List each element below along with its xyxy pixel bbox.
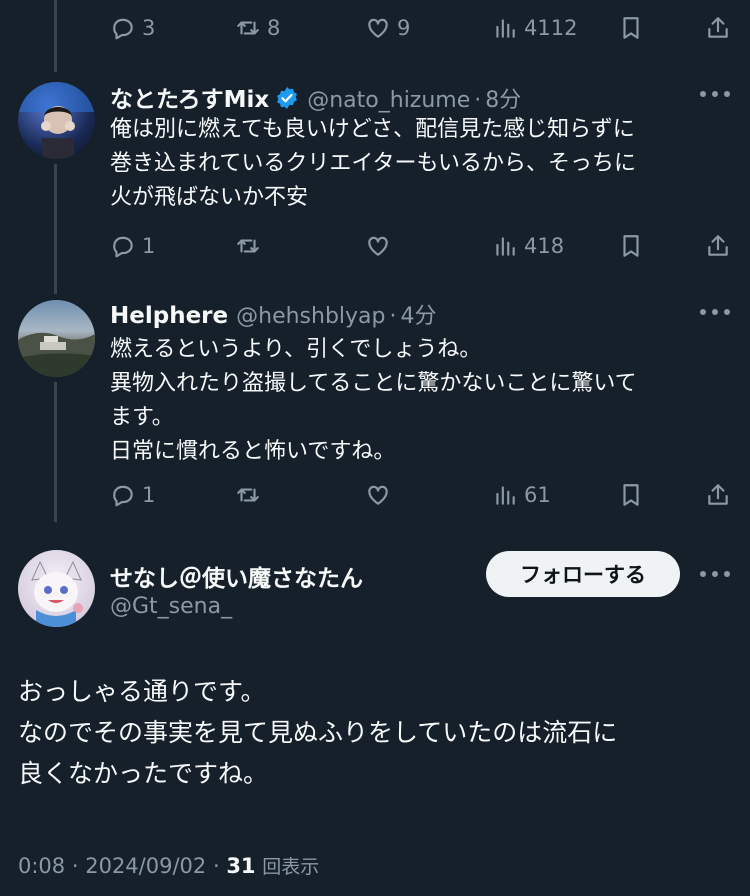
reply-2-name[interactable]: Helphere bbox=[110, 303, 228, 329]
share-icon bbox=[708, 235, 728, 256]
bookmark-icon bbox=[623, 235, 639, 257]
heart-icon bbox=[368, 485, 388, 505]
views-button[interactable]: 418 bbox=[492, 228, 564, 264]
avatar-reply-2[interactable] bbox=[18, 300, 95, 377]
retweet-count: 8 bbox=[267, 16, 281, 40]
main-tweet-name[interactable]: せなし＠使い魔さなたん bbox=[110, 559, 363, 593]
reply-1-text: 俺は別に燃えても良いけどさ、配信見た感じ知らずに 巻き込まれているクリエイターも… bbox=[110, 117, 637, 210]
reply-1-handle[interactable]: @nato_hizume bbox=[307, 88, 470, 113]
more-options-icon[interactable] bbox=[700, 91, 730, 99]
retweet-icon bbox=[237, 239, 259, 253]
tweet-date[interactable]: 2024/09/02 bbox=[85, 854, 206, 878]
main-tweet-text: おっしゃる通りです。 なのでその事実を見て見ぬふりをしていたのは流石に 良くなか… bbox=[18, 677, 618, 788]
bookmark-button[interactable] bbox=[618, 228, 644, 264]
like-button[interactable] bbox=[365, 477, 391, 513]
heart-icon bbox=[368, 18, 388, 38]
views-icon bbox=[496, 486, 515, 505]
share-icon bbox=[708, 17, 728, 38]
avatar-landscape-icon bbox=[18, 332, 95, 377]
separator-dot: · bbox=[474, 88, 482, 113]
tweet-time[interactable]: 0:08 bbox=[18, 854, 65, 878]
like-button[interactable]: 9 bbox=[365, 10, 410, 46]
action-bar-top: 3 8 9 4112 bbox=[110, 10, 735, 46]
bookmark-icon bbox=[623, 17, 639, 39]
share-icon bbox=[708, 484, 728, 505]
main-tweet-handle-row: @Gt_sena_ bbox=[110, 594, 232, 619]
reply-2-header: Helphere @hehshblyap · 4分 bbox=[110, 298, 437, 330]
thread-line-bottom bbox=[54, 382, 57, 522]
views-icon bbox=[496, 237, 515, 256]
reply-2-time[interactable]: 4分 bbox=[401, 298, 437, 330]
avatar-person-icon bbox=[18, 82, 95, 159]
reply-icon bbox=[113, 18, 133, 40]
main-tweet-meta: 0:08 · 2024/09/02 · 31 回表示 bbox=[18, 852, 319, 879]
views-button[interactable]: 61 bbox=[492, 477, 551, 513]
views-icon bbox=[496, 19, 515, 38]
action-bar-reply-1: 1 418 bbox=[110, 228, 735, 264]
share-button[interactable] bbox=[705, 10, 731, 46]
reply-2-text: 燃えるというより、引くでしょうね。 異物入れたり盗撮してることに驚かないことに驚… bbox=[110, 337, 637, 464]
retweet-icon bbox=[237, 488, 259, 502]
thread-line-mid bbox=[54, 164, 57, 294]
main-tweet-header: せなし＠使い魔さなたん bbox=[110, 559, 363, 593]
separator-dot: · bbox=[212, 854, 227, 878]
reply-count: 1 bbox=[142, 234, 156, 258]
avatar-character-icon bbox=[31, 560, 83, 627]
reply-button[interactable]: 1 bbox=[110, 477, 155, 513]
views-count: 418 bbox=[524, 234, 565, 258]
action-bar-reply-2: 1 61 bbox=[110, 477, 735, 513]
more-options-icon[interactable] bbox=[700, 309, 730, 317]
reply-1-time[interactable]: 8分 bbox=[485, 82, 521, 114]
retweet-icon bbox=[237, 21, 259, 35]
bookmark-button[interactable] bbox=[618, 477, 644, 513]
main-tweet-handle[interactable]: @Gt_sena_ bbox=[110, 594, 232, 619]
reply-icon bbox=[113, 236, 133, 258]
retweet-button[interactable] bbox=[235, 477, 261, 513]
reply-count: 1 bbox=[142, 483, 156, 507]
follow-button[interactable]: フォローする bbox=[486, 551, 680, 597]
views-label: 回表示 bbox=[262, 856, 320, 878]
thread-line-top bbox=[54, 0, 57, 72]
views-total: 31 bbox=[226, 854, 256, 878]
bookmark-button[interactable] bbox=[618, 10, 644, 46]
like-button[interactable] bbox=[365, 228, 391, 264]
reply-count: 3 bbox=[142, 16, 156, 40]
separator-dot: · bbox=[71, 854, 86, 878]
views-count: 4112 bbox=[524, 16, 578, 40]
share-button[interactable] bbox=[705, 228, 731, 264]
reply-2-handle[interactable]: @hehshblyap bbox=[236, 304, 385, 329]
avatar-reply-1[interactable] bbox=[18, 82, 95, 159]
like-count: 9 bbox=[397, 16, 411, 40]
reply-button[interactable]: 1 bbox=[110, 228, 155, 264]
retweet-button[interactable]: 8 bbox=[235, 10, 280, 46]
reply-1-header: なとたろすMix @nato_hizume · 8分 bbox=[110, 80, 521, 114]
views-count: 61 bbox=[524, 483, 551, 507]
reply-icon bbox=[113, 485, 133, 507]
bookmark-icon bbox=[623, 484, 639, 506]
share-button[interactable] bbox=[705, 477, 731, 513]
more-options-icon[interactable] bbox=[700, 571, 730, 579]
views-button[interactable]: 4112 bbox=[492, 10, 577, 46]
retweet-button[interactable] bbox=[235, 228, 261, 264]
separator-dot: · bbox=[389, 304, 397, 329]
avatar-main[interactable] bbox=[18, 550, 95, 627]
reply-button[interactable]: 3 bbox=[110, 10, 155, 46]
reply-1-name[interactable]: なとたろすMix bbox=[110, 80, 269, 114]
heart-icon bbox=[368, 236, 388, 256]
verified-badge-icon bbox=[277, 87, 298, 109]
